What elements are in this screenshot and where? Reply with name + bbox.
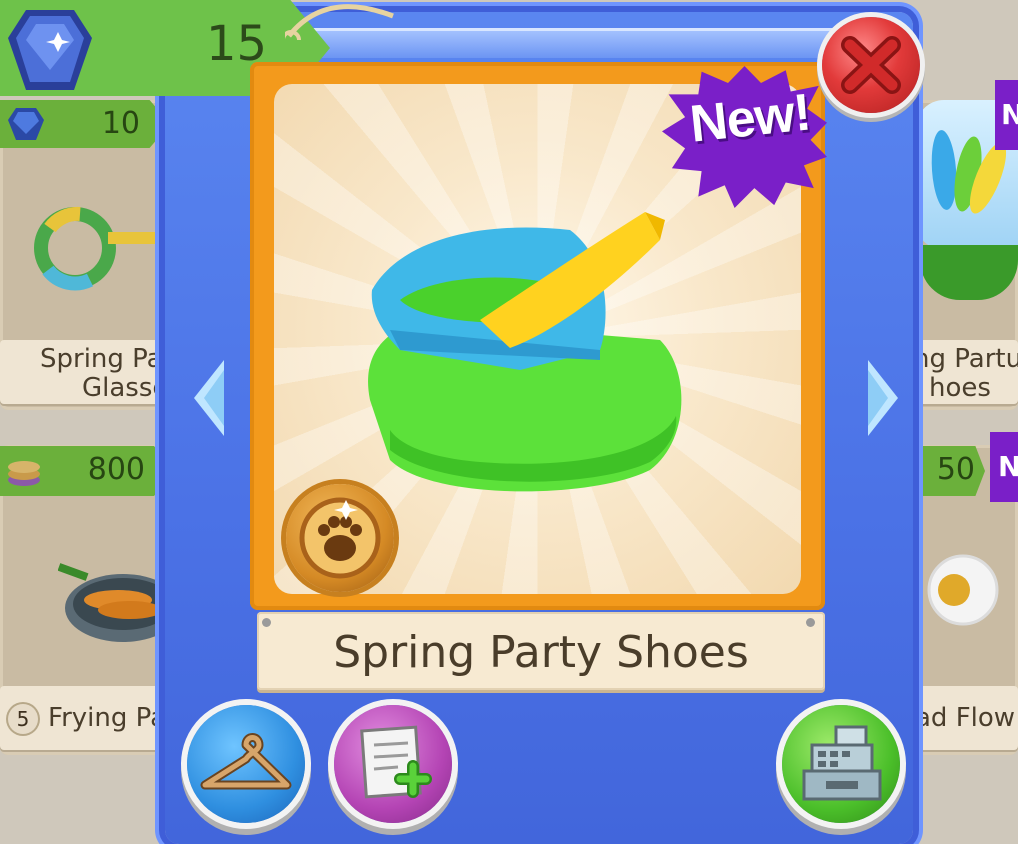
- flower-thumbnail: [927, 554, 999, 626]
- item-name-plate: Spring Party Shoes: [257, 612, 825, 690]
- previous-item-arrow[interactable]: [192, 360, 226, 436]
- clans-paw-icon: [286, 484, 394, 592]
- price-value: 800: [87, 452, 145, 487]
- spring-glasses-thumbnail: [34, 206, 180, 291]
- stock-count-badge: 5: [8, 704, 38, 734]
- label-line: Glasse: [82, 373, 169, 403]
- coins-icon: [8, 461, 40, 486]
- cash-register-icon: [802, 725, 882, 801]
- spring-party-shoes-image: [368, 212, 682, 492]
- rivet: [262, 618, 271, 627]
- label-line: hoes: [929, 373, 991, 403]
- price-value: 50: [936, 452, 975, 487]
- item-name: Spring Party Shoes: [333, 627, 749, 678]
- buy-item-button[interactable]: [782, 705, 900, 823]
- new-badge-small: N: [995, 80, 1018, 150]
- wear-item-button[interactable]: [187, 705, 305, 823]
- new-badge-small: N: [990, 432, 1018, 502]
- shop-item-label: ad Flow: [905, 686, 1018, 750]
- shop-item-label: 5 Frying Pa: [0, 686, 180, 750]
- add-to-wishlist-button[interactable]: [334, 705, 452, 823]
- gem-icon: [8, 108, 44, 140]
- next-item-arrow[interactable]: [866, 360, 900, 436]
- hanger-icon: [200, 733, 292, 790]
- shop-item-label: ng Partu hoes: [905, 340, 1018, 404]
- rivet: [806, 618, 815, 627]
- label-line: ng Partu: [913, 344, 1018, 374]
- price-tag: 10: [0, 100, 170, 148]
- rope-hook: [285, 4, 394, 40]
- gem-icon: [8, 10, 92, 90]
- price-tag: 50: [905, 446, 985, 496]
- add-to-list-icon: [360, 725, 432, 799]
- label-line: ad Flow: [915, 703, 1016, 733]
- close-icon: [841, 36, 901, 94]
- label-line: Spring Pa: [40, 344, 163, 374]
- price-tag: 800: [0, 446, 175, 496]
- shop-item-label: Spring Pa Glasse: [0, 340, 180, 404]
- frying-pan-thumbnail: [58, 563, 178, 642]
- close-button[interactable]: [822, 17, 920, 113]
- price-value: 10: [101, 106, 140, 141]
